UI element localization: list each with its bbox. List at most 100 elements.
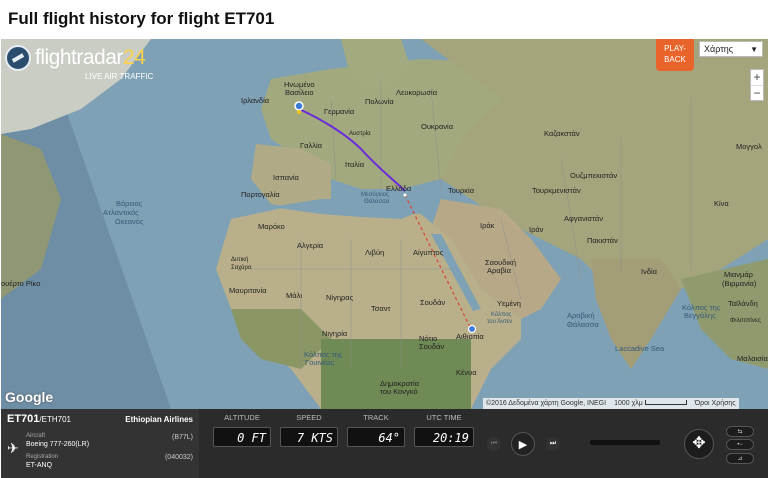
map-label: Μογγολ [736,142,762,151]
track-gauge: TRACK 64° [347,413,405,447]
map-label: Σουδάν [420,298,446,307]
map-label: Τουρκία [448,186,475,195]
map-label: του Κονγκό [380,387,418,396]
map-label: Βασίλειο [285,88,314,97]
map-scale: 1000 χλμ [614,400,687,407]
map-label: Τουρκμενιστάν [532,186,581,195]
map-label: Κόλπος [491,312,512,318]
map-label: ουέρτο Ρίκο [1,279,41,288]
map-label: Ιράκ [480,221,495,230]
map-label: Μαυριτανία [229,286,267,295]
map-label: Αραβική [567,311,595,320]
map-label: Πακιστάν [587,236,618,245]
flight-info-bar: ET701/ETH701 Ethiopian Airlines ✈ Aircra… [1,409,768,478]
map-label: (Βιρμανία) [722,279,757,288]
aircraft-code: (B77L) [171,434,193,441]
map-label: Νιγηρία [322,329,348,338]
map-label: Σαχάρα [231,265,252,271]
map-attribution: ©2016 Δεδομένα χάρτη Google, INEGI 1000 … [483,398,739,409]
zoom-control[interactable]: + − [750,69,764,101]
rewind-button[interactable]: ⏮ [487,437,501,451]
map-label: Γερμανία [324,107,355,116]
map-label: Σουδάν [419,342,445,351]
map-label: Φιλιππίνες [730,317,762,324]
registration: ET-ANQ [26,462,53,469]
map-label: Καζακστάν [544,129,580,138]
playback-slider[interactable] [590,440,660,445]
airplane-icon: ✈ [7,440,19,456]
map-label: Ταϊλάνδη [728,299,758,308]
caret-down-icon: ▼ [750,45,758,54]
terms-link[interactable]: Όροι Χρήσης [695,400,736,407]
map-label: Αίγυπτος [413,248,444,257]
registration-label: Registration [26,454,59,460]
aircraft-label: Aircraft [26,433,46,439]
map-label: Ιταλία [345,160,365,169]
move-compass-icon[interactable]: ✥ [684,429,714,459]
layer-toggle-2[interactable]: •− [726,439,754,450]
map-label: Μεσόγειος [361,192,389,198]
time-value: 20:19 [414,427,474,447]
map-label: Ινδία [641,267,658,276]
map-label: Βόρειος [116,199,143,208]
map-label: Ισπανία [273,173,299,182]
map-label: Νίγηρας [326,293,354,302]
aircraft-type: Boeing 777-260(LR) [26,441,90,448]
map-label: Αλγερία [297,241,324,250]
layer-toggle-1[interactable]: ⇆ [726,426,754,437]
map-label: Υεμένη [497,299,521,308]
map-label: Πολωνία [365,97,394,106]
origin-marker[interactable] [294,101,304,111]
altitude-value: 0 FT [213,427,271,447]
map-label: Δυτική [231,257,249,263]
map-label: Ωκεανός [115,217,144,226]
map-label: Ελλάδα [386,184,412,193]
map-label: Πορτογαλία [241,190,280,199]
time-gauge: UTC TIME 20:19 [414,413,474,447]
map-label: Μάλι [286,291,302,300]
map-label: Μιανμάρ [724,270,753,279]
map-label: Μαλαισία [737,354,768,363]
map-label: Γουινέας [305,358,335,367]
map-label: Κίνα [714,199,729,208]
play-button[interactable]: ▶ [511,432,535,456]
map-label: του Άντεν [487,319,513,325]
speed-gauge: SPEED 7 KTS [280,413,338,447]
map-type-select[interactable]: Χάρτης ▼ [699,41,763,57]
map-label: Ατλαντικός [103,208,139,217]
map-label: Ιράν [529,225,544,234]
zoom-in-button[interactable]: + [751,70,763,86]
map-label: Ουζμπεκιστάν [570,171,618,180]
map-label: Κένυα [456,368,477,377]
map-label: Θάλασσα [364,199,390,205]
zoom-out-button[interactable]: − [751,86,763,101]
map-label: Βεγγάλης [684,311,716,320]
map-label: Laccadive Sea [615,344,665,353]
map-label: Αυστρία [349,131,371,137]
map-label: Γαλλία [300,141,322,150]
brand-tagline: LIVE AIR TRAFFIC [85,72,154,81]
playback-button[interactable]: PLAY- BACK [656,39,694,71]
aircraft-marker[interactable] [297,110,301,114]
flight-map[interactable]: Ιρλανδία Ηνωμένο Βασίλειο Γερμανία Πολων… [1,39,768,409]
map-label: Μαρόκο [258,222,285,231]
brand-name: flightradar24 [35,46,146,69]
flightradar24-logo[interactable]: flightradar24 LIVE AIR TRAFFIC [5,45,153,81]
map-label: Θάλασσα [567,320,599,329]
page-title: Full flight history for flight ET701 [8,9,275,28]
altitude-gauge: ALTITUDE 0 FT [213,413,271,447]
map-label: Λιβύη [365,248,385,257]
map-label: Αραβία [487,266,511,275]
map-label: Αφγανιστάν [564,214,603,223]
map-label: Ιρλανδία [241,96,270,105]
google-logo: Google [5,389,54,405]
speed-value: 7 KTS [280,427,338,447]
forward-button[interactable]: ⏭ [546,437,560,451]
map-label: Αιθιοπία [456,332,484,341]
page-header: Full flight history for flight ET701 [0,0,768,38]
airline-name: Ethiopian Airlines [125,415,193,424]
layer-toggle-3[interactable]: ⊿ [726,453,754,464]
map-label: Ουκρανία [421,122,454,131]
map-label: Λευκορωσία [396,88,438,97]
globe-icon [5,45,31,71]
